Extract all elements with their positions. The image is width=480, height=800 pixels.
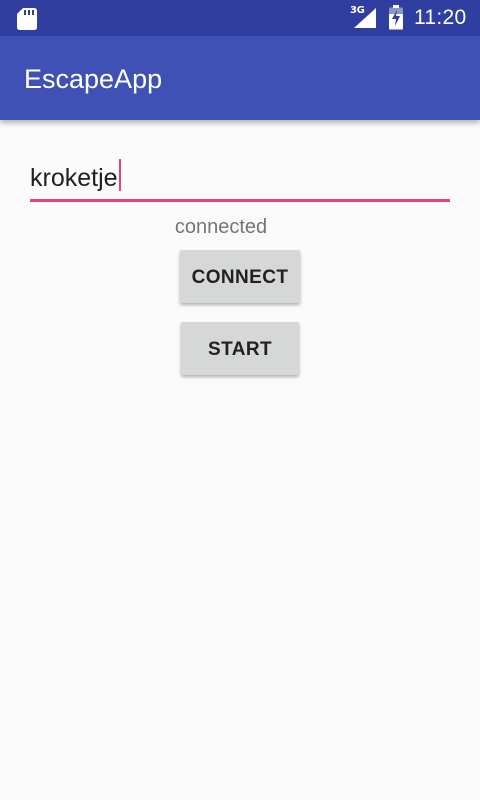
app-bar: EscapeApp <box>0 36 480 120</box>
status-bar: 3G 11:20 <box>0 0 480 36</box>
text-cursor <box>118 159 121 191</box>
connection-status-text: connected <box>174 216 268 238</box>
input-underline <box>30 199 450 202</box>
signal-icon <box>354 8 376 28</box>
name-input-value: kroketje <box>30 164 118 192</box>
status-bar-clock: 11:20 <box>414 6 467 29</box>
battery-charging-icon <box>389 5 403 30</box>
connect-button[interactable]: CONNECT <box>180 250 300 303</box>
sd-card-icon <box>17 8 37 30</box>
start-button[interactable]: START <box>181 322 299 375</box>
name-input-field[interactable]: kroketje <box>30 156 450 202</box>
app-title: EscapeApp <box>24 64 163 94</box>
name-input[interactable]: kroketje <box>30 156 450 200</box>
